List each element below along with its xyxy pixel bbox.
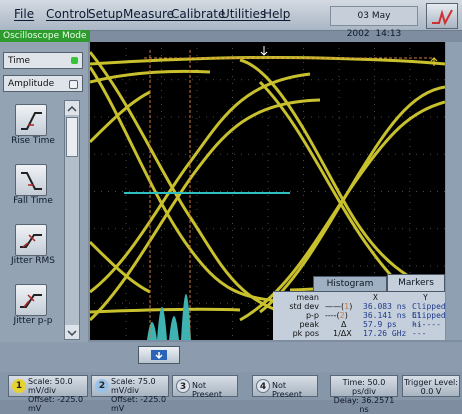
tab-histogram[interactable]: Histogram [313, 276, 387, 292]
measure-source-value: Time [8, 56, 31, 66]
scroll-down-button[interactable] [65, 325, 79, 339]
trigger-arrow-icon [260, 46, 268, 56]
stat-label-mean: mean [296, 293, 319, 302]
chevron-up-icon [67, 105, 77, 112]
channel-1-info: Scale: 50.0 mV/div Offset: -225.0 mV [28, 377, 87, 413]
jitter-rms-label: Jitter RMS [10, 256, 56, 266]
scroll-thumb[interactable] [66, 117, 78, 157]
menu-calibrate[interactable]: Calibrate [171, 7, 225, 21]
rise-time-label: Rise Time [11, 136, 55, 146]
marker-1-x: 36.083 ns [363, 302, 407, 311]
channel-3-status: Not Present [192, 381, 223, 399]
histogram-peak-1 [157, 307, 167, 340]
delta-x-value: 57.9 ps [363, 320, 397, 329]
stat-label-p-p: p-p [305, 311, 319, 320]
timebase-scale: Time: 50.0 ps/div [342, 378, 386, 396]
channel-1-button[interactable]: 1 Scale: 50.0 mV/div Offset: -225.0 mV [8, 375, 88, 413]
trigger-level: 0.0 V [420, 387, 442, 396]
rise-time-icon [15, 104, 47, 136]
expand-panel-button[interactable] [138, 346, 180, 364]
mode-indicator: Oscilloscope Mode [0, 30, 90, 42]
tool-list-scrollbar[interactable] [64, 100, 80, 340]
timebase-delay: Delay: 36.2571 ns [333, 396, 395, 414]
jitter-rms-tool[interactable]: Jitter RMS [3, 220, 63, 280]
channel-1-number: 1 [12, 379, 26, 393]
stat-label-std-dev: std dev [289, 302, 319, 311]
stat-label-pk-pos: pk pos [292, 329, 319, 338]
channel-2-offset: Offset: -225.0 mV [111, 395, 167, 413]
date-time-display: 03 May 2002 14:13 [330, 6, 418, 39]
fall-time-label: Fall Time [13, 196, 53, 206]
marker-2-x: 36.141 ns [363, 311, 407, 320]
results-panel: mean std dev p-p peak pk pos X Y ——(1) -… [273, 291, 445, 340]
markers-header-y: Y [423, 293, 428, 302]
right-side-strip [446, 42, 462, 340]
channel-2-scale: Scale: 75.0 mV/div [111, 377, 156, 395]
lower-control-strip [0, 342, 462, 372]
fall-time-tool[interactable]: Fall Time [3, 160, 63, 220]
channel-2-info: Scale: 75.0 mV/div Offset: -225.0 mV [111, 377, 168, 413]
marker-1-icon: ——(1) [325, 302, 353, 311]
jitter-pp-tool[interactable]: Jitter p-p [3, 280, 63, 340]
menu-utilities[interactable]: Utilities [221, 7, 266, 21]
trigger-button[interactable]: Trigger Level: 0.0 V [402, 375, 460, 397]
category-indicator-icon [69, 80, 78, 89]
delta-symbol: Δ [341, 320, 347, 329]
fall-time-icon [15, 164, 47, 196]
arrow-down-icon [151, 350, 167, 360]
delta-y-value: --------- [412, 320, 441, 338]
jitter-pp-icon [15, 284, 47, 316]
status-bar: 1 Scale: 50.0 mV/div Offset: -225.0 mV 2… [0, 372, 462, 414]
histogram-peak-2 [169, 316, 179, 340]
menu-file[interactable]: File [14, 7, 34, 21]
measure-category-value: Amplitude [8, 79, 55, 89]
histogram-bars [147, 294, 191, 340]
channel-2-number: 2 [95, 379, 109, 393]
autoscale-button[interactable] [426, 3, 458, 29]
source-indicator-icon [71, 57, 78, 64]
menu-help[interactable]: Help [263, 7, 290, 21]
measure-category-select[interactable]: Amplitude [3, 75, 83, 92]
menu-control[interactable]: Control [46, 7, 89, 21]
channel-1-scale: Scale: 50.0 mV/div [28, 377, 73, 395]
histogram-peak-0 [147, 322, 157, 340]
measurement-tool-list: Rise Time Fall Time Jitter RMS Jitter p-… [3, 98, 63, 341]
inverse-delta-symbol: 1/ΔX [333, 329, 352, 338]
chevron-down-icon [67, 330, 77, 337]
marker-2-icon: ----(2) [325, 311, 348, 320]
menu-setup[interactable]: Setup [88, 7, 123, 21]
pulse-width-tool[interactable] [3, 338, 63, 341]
channel-4-button[interactable]: 4 Not Present [252, 375, 318, 399]
time-label: 14:13 [375, 29, 402, 39]
channel-2-button[interactable]: 2 Scale: 75.0 mV/div Offset: -225.0 mV [91, 375, 169, 413]
menu-bar: File Control Setup Measure Calibrate Uti… [0, 0, 462, 39]
channel-4-number: 4 [256, 379, 270, 393]
stat-label-peak: peak [299, 320, 319, 329]
trigger-label: Trigger Level: [404, 378, 458, 387]
channel-1-offset: Offset: -225.0 mV [28, 395, 84, 413]
markers-header-x: X [373, 293, 378, 302]
channel-3-button[interactable]: 3 Not Present [172, 375, 238, 399]
timebase-button[interactable]: Time: 50.0 ps/div Delay: 36.2571 ns [330, 375, 398, 414]
trace-5 [90, 66, 301, 304]
jitter-pp-label: Jitter p-p [13, 316, 53, 326]
tab-markers[interactable]: Markers [387, 274, 445, 292]
frequency-value: 17.26 GHz [363, 329, 407, 338]
measurement-panel: Time Amplitude Rise Time Fall Time Jitte… [0, 42, 88, 342]
measure-source-select[interactable]: Time [3, 52, 83, 69]
autoscale-icon [432, 9, 453, 26]
trace-2 [90, 307, 241, 314]
channel-4-status: Not Present [272, 381, 303, 399]
jitter-rms-icon [15, 224, 47, 256]
channel-3-number: 3 [176, 379, 190, 393]
menu-measure[interactable]: Measure [123, 7, 174, 21]
oscilloscope-display[interactable]: Histogram Markers mean std dev p-p peak … [90, 42, 445, 340]
rise-time-tool[interactable]: Rise Time [3, 100, 63, 160]
scroll-up-button[interactable] [65, 101, 79, 115]
